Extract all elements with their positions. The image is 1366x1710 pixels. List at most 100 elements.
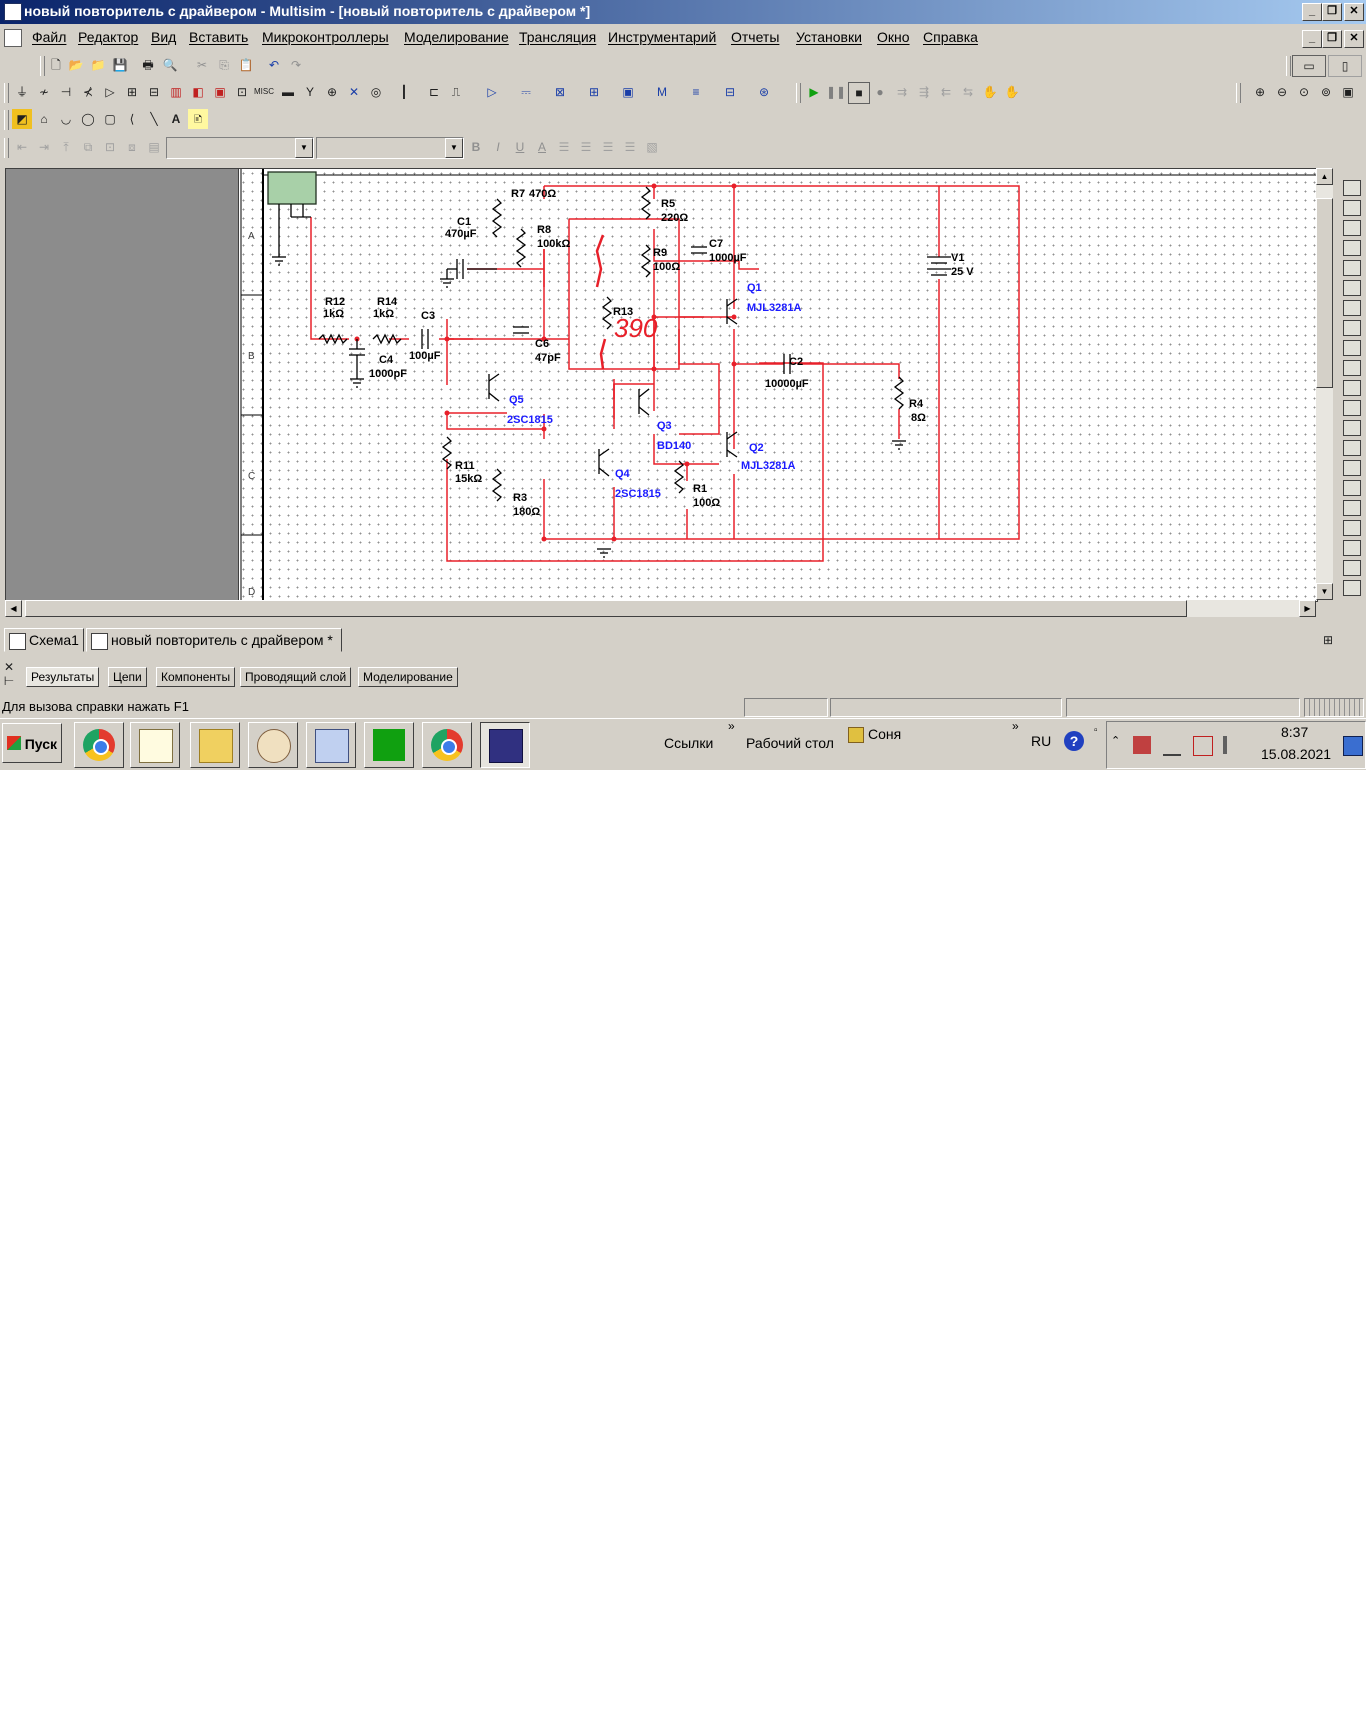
menu-insert[interactable]: Вставить	[189, 29, 248, 45]
close-button[interactable]: ✕	[1344, 3, 1364, 21]
italic-button[interactable]: I	[488, 137, 508, 157]
links-chevron[interactable]: »	[728, 719, 735, 733]
run-icon[interactable]: ▶	[804, 82, 824, 102]
user-folder[interactable]: Соня	[868, 726, 901, 742]
menu-window[interactable]: Окно	[877, 29, 910, 45]
paint-task[interactable]	[248, 722, 298, 768]
function-generator-instrument-icon[interactable]	[1343, 200, 1361, 216]
bold-button[interactable]: B	[466, 137, 486, 157]
undo-icon[interactable]: ↶	[264, 55, 284, 75]
tab-simulation[interactable]: Моделирование	[358, 667, 458, 687]
frequency-counter-icon[interactable]	[1343, 300, 1361, 316]
agilent-scope-icon[interactable]	[1343, 500, 1361, 516]
text-tool-icon[interactable]: A	[166, 109, 186, 129]
rf-icon[interactable]: Y	[300, 82, 320, 102]
menu-microcontrollers[interactable]: Микроконтроллеры	[262, 29, 389, 45]
tab-schema1[interactable]: Схема1	[4, 628, 84, 652]
oscilloscope-icon[interactable]: ⊞	[584, 82, 604, 102]
function-gen-icon[interactable]: ⎓	[516, 82, 536, 102]
tab-copper-layer[interactable]: Проводящий слой	[240, 667, 352, 687]
open-sample-icon[interactable]: 📁	[88, 55, 108, 75]
rectangle-icon[interactable]: ▢	[100, 109, 120, 129]
line-icon[interactable]: ╲	[144, 109, 164, 129]
tab-nets[interactable]: Цепи	[108, 667, 147, 687]
calculator-task[interactable]	[306, 722, 356, 768]
font-combo[interactable]: ▼	[166, 137, 314, 159]
redo-icon[interactable]: ↷	[286, 55, 306, 75]
palette-icon[interactable]: ◩	[12, 109, 32, 129]
mixed-icon[interactable]: ◧	[188, 82, 208, 102]
group-icon[interactable]: ⧉	[78, 137, 98, 157]
step-icon[interactable]: ●	[870, 82, 890, 102]
document-icon[interactable]	[4, 29, 22, 47]
logic-analyzer-icon[interactable]: ⊟	[720, 82, 740, 102]
ungroup-icon[interactable]: ⊡	[100, 137, 120, 157]
power-icon[interactable]: ⊡	[232, 82, 252, 102]
start-button[interactable]: Пуск	[2, 723, 62, 763]
align-left-obj-icon[interactable]: ⇤	[12, 137, 32, 157]
polygon-icon[interactable]: ⌂	[34, 109, 54, 129]
multimeter-instrument-icon[interactable]	[1343, 180, 1361, 196]
misc-digital-icon[interactable]: ▥	[166, 82, 186, 102]
show-desktop-icon[interactable]	[1343, 736, 1363, 756]
menu-tools[interactable]: Инструментарий	[608, 29, 716, 45]
tab-components[interactable]: Компоненты	[156, 667, 236, 687]
security-alert-icon[interactable]	[1133, 736, 1151, 754]
links-toolbar[interactable]: Ссылки	[664, 735, 713, 751]
connector-icon[interactable]: ⊏	[424, 82, 444, 102]
explorer-task[interactable]	[190, 722, 240, 768]
zoom-fit-icon[interactable]: ⊚	[1316, 82, 1336, 102]
save-icon[interactable]: 💾	[110, 55, 130, 75]
chevron-down-icon[interactable]: ▼	[445, 138, 463, 158]
current-probe-icon[interactable]	[1343, 580, 1361, 596]
agilent-multimeter-icon[interactable]	[1343, 480, 1361, 496]
remove-breakpoints-icon[interactable]: ✋	[1002, 82, 1022, 102]
ellipse-icon[interactable]: ◯	[78, 109, 98, 129]
schematic-canvas[interactable]: A B C D 390 R7 470Ω C1 470µF R8 100kΩ R5…	[238, 168, 1318, 602]
multisim-task[interactable]	[480, 722, 530, 768]
menu-view[interactable]: Вид	[151, 29, 176, 45]
peripherals-icon[interactable]: ▬	[278, 82, 298, 102]
wire-icon[interactable]: ⎍	[446, 82, 466, 102]
network-analyzer-icon[interactable]	[1343, 440, 1361, 456]
diode-icon[interactable]: ⊣	[56, 82, 76, 102]
chrome-task-2[interactable]	[422, 722, 472, 768]
clock-date[interactable]: 15.08.2021	[1261, 746, 1331, 762]
tab-current-design[interactable]: новый повторитель с драйвером *	[86, 628, 342, 652]
zoom-area-icon[interactable]: ⊙	[1294, 82, 1314, 102]
wattmeter-instrument-icon[interactable]	[1343, 220, 1361, 236]
fullscreen-zoom-icon[interactable]: ▣	[1338, 82, 1358, 102]
chevron-down-icon[interactable]: ▼	[295, 138, 313, 158]
scroll-right-icon[interactable]: ▶	[1299, 600, 1316, 617]
arc-icon[interactable]: ◡	[56, 109, 76, 129]
pane-menu-icon[interactable]: ⊢	[2, 674, 16, 688]
align-right-obj-icon[interactable]: ⇥	[34, 137, 54, 157]
paste-icon[interactable]: 📋	[236, 55, 256, 75]
scroll-up-icon[interactable]: ▲	[1316, 168, 1333, 185]
zoom-out-icon[interactable]: ⊖	[1272, 82, 1292, 102]
font-size-combo[interactable]: ▼	[316, 137, 464, 159]
tab-results[interactable]: Результаты	[26, 667, 100, 687]
breakpoint-icon[interactable]: ✋	[980, 82, 1000, 102]
cmos-icon[interactable]: ⊟	[144, 82, 164, 102]
show-hidden-icons[interactable]: ⌃	[1111, 734, 1120, 747]
measurement-probe-icon[interactable]	[1343, 560, 1361, 576]
probe-icon[interactable]: ⊛	[754, 82, 774, 102]
bode-icon[interactable]: ▣	[618, 82, 638, 102]
close-pane-icon[interactable]: ✕	[2, 660, 16, 674]
polyline-icon[interactable]: ⟨	[122, 109, 142, 129]
pause-icon[interactable]: ❚❚	[826, 82, 846, 102]
language-indicator[interactable]: RU	[1031, 733, 1051, 749]
agilent-generator-icon[interactable]	[1343, 460, 1361, 476]
language-settings-icon[interactable]: ▫	[1094, 725, 1098, 736]
horizontal-scrollbar[interactable]: ◀ ▶	[5, 600, 1316, 617]
indicator-icon[interactable]: ▣	[210, 82, 230, 102]
doc-close-button[interactable]: ✕	[1344, 30, 1364, 48]
bus-icon[interactable]: ┃	[394, 82, 414, 102]
align-center-icon[interactable]: ☰	[576, 137, 596, 157]
menu-help[interactable]: Справка	[923, 29, 978, 45]
doc-restore-button[interactable]: ❐	[1322, 30, 1342, 48]
electromech-icon[interactable]: ⊕	[322, 82, 342, 102]
menu-edit[interactable]: Редактор	[78, 29, 138, 45]
open-file-icon[interactable]: 📂	[66, 55, 86, 75]
